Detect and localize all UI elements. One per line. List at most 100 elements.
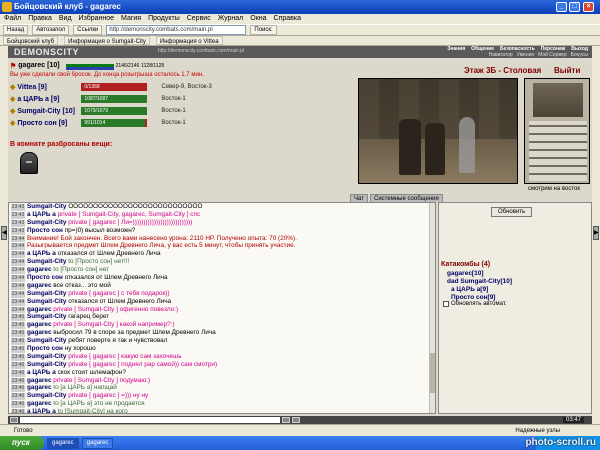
chat-author[interactable]: Sumgait-City (27, 219, 66, 226)
subnav-skills[interactable]: Умения (517, 52, 534, 58)
send-icon[interactable] (282, 417, 290, 423)
address-bar[interactable]: http://demonscity.combats.com/main.pl (106, 25, 247, 35)
chat-author[interactable]: gagarec (27, 282, 52, 289)
start-button[interactable]: пуск (0, 436, 44, 450)
chat-time[interactable]: 23:46 (11, 369, 25, 377)
helmet-item-icon[interactable] (20, 152, 38, 174)
chat-author[interactable]: Просто сон (27, 274, 63, 281)
scroll-thumb[interactable] (430, 353, 435, 393)
chat-author[interactable]: Sumgait-City (27, 337, 66, 344)
chat-time[interactable]: 23:46 (11, 361, 25, 369)
maximize-button[interactable]: □ (569, 2, 580, 12)
monster-figure[interactable] (425, 123, 445, 175)
chat-time[interactable]: 23:44 (11, 267, 25, 275)
chat-time[interactable]: 23:46 (11, 385, 25, 393)
room-member[interactable]: dad Sumgait-City[10] (447, 278, 512, 286)
chat-author[interactable]: а ЦАРЬ а (27, 250, 56, 257)
tab-chat[interactable]: Чат (350, 194, 368, 202)
tab-info-vittea[interactable]: Информация о Vittea (155, 36, 223, 45)
tab-system-messages[interactable]: Системные сообщения (370, 194, 443, 202)
chat-time[interactable]: 23:45 (11, 322, 25, 330)
tab-fight-club[interactable]: Бойцовский клуб (3, 36, 59, 45)
chat-time[interactable]: 23:43 (11, 219, 25, 227)
autofill-button[interactable]: Автозапол (32, 25, 70, 35)
clear-icon[interactable] (292, 417, 300, 423)
menu-products[interactable]: Продукты (148, 14, 180, 24)
exit-button[interactable]: Выйти (554, 66, 580, 75)
chat-time[interactable]: 23:45 (11, 353, 25, 361)
chat-time[interactable]: 23:44 (11, 259, 25, 267)
chat-time[interactable]: 23:45 (11, 330, 25, 338)
member-name[interactable]: Sumgait-City [10] (17, 108, 79, 115)
menu-favorites[interactable]: Избранное (79, 14, 114, 24)
back-button[interactable]: Назад (3, 25, 29, 35)
self-name[interactable]: gagarec (18, 62, 45, 69)
chat-author[interactable]: Sumgait-City (27, 203, 66, 210)
chat-author[interactable]: Sumgait-City (27, 258, 66, 265)
chat-time[interactable]: 23:44 (11, 235, 25, 243)
minimap[interactable] (524, 78, 590, 184)
menu-history[interactable]: Журнал (218, 14, 244, 24)
chat-time[interactable]: 23:46 (11, 409, 25, 413)
chat-time[interactable]: 23:44 (11, 243, 25, 251)
chat-author[interactable]: а ЦАРЬ а (27, 369, 56, 376)
close-button[interactable]: × (583, 2, 594, 12)
chat-author[interactable]: Sumgait-City (27, 392, 66, 399)
chat-author[interactable]: Sumgait-City (27, 353, 66, 360)
taskbar-window[interactable]: gagarec (47, 437, 79, 449)
chat-time[interactable]: 23:44 (11, 282, 25, 290)
tab-info-sumgait[interactable]: Информация о Sumgait-City (64, 36, 150, 45)
chat-author[interactable]: gagarec (27, 306, 52, 313)
chat-input[interactable] (20, 417, 280, 423)
taskbar-window[interactable]: gagarec (81, 437, 114, 449)
nav-knowledge[interactable]: Знания (447, 46, 465, 52)
chat-time[interactable]: 23:43 (11, 204, 25, 211)
chat-author[interactable]: gagarec (27, 377, 52, 384)
menu-view[interactable]: Вид (59, 14, 72, 24)
chat-time[interactable]: 23:44 (11, 275, 25, 282)
chat-author[interactable]: Sumgait-City (27, 298, 66, 305)
member-name[interactable]: Просто сон [9] (17, 120, 79, 127)
autoupdate-toggle[interactable]: Обновлять автомат. (443, 301, 507, 307)
menu-edit[interactable]: Правка (28, 14, 52, 24)
chat-time[interactable]: 23:45 (11, 346, 25, 353)
checkbox[interactable] (443, 301, 449, 307)
chat-author[interactable]: Просто сон (27, 227, 63, 234)
dungeon-view[interactable] (358, 78, 518, 184)
subnav-bonuses[interactable]: Бонусы (571, 52, 588, 58)
menu-magic[interactable]: Магия (121, 14, 141, 24)
chat-time[interactable]: 23:46 (11, 377, 25, 385)
menu-tools[interactable]: Сервис (187, 14, 211, 24)
chat-time[interactable]: 23:43 (11, 227, 25, 235)
chat-author[interactable]: Sumgait-City (27, 361, 66, 368)
chat-author[interactable]: а ЦАРЬ а (27, 408, 56, 413)
room-member[interactable]: а ЦАРЬ а[9] (451, 286, 488, 294)
smile-icon[interactable] (10, 417, 18, 423)
member-name[interactable]: а ЦАРЬ а [9] (17, 96, 79, 103)
menu-file[interactable]: Файл (4, 14, 21, 24)
subnav-server[interactable]: Мой Сервер (538, 52, 567, 58)
chat-author[interactable]: Sumgait-City (27, 313, 66, 320)
chat-time[interactable]: 23:46 (11, 401, 25, 409)
chat-time[interactable]: 23:44 (11, 298, 25, 306)
chat-time[interactable]: 23:44 (11, 306, 25, 314)
subnav-navigator[interactable]: Навигатор (489, 52, 513, 58)
menu-windows[interactable]: Окна (250, 14, 266, 24)
scroll-right-arrow[interactable]: ▶ (593, 226, 599, 240)
chat-scrollbar[interactable] (429, 203, 435, 413)
chat-author[interactable]: Sumgait-City (27, 290, 66, 297)
chat-author[interactable]: gagarec (27, 384, 52, 391)
search-label[interactable]: Поиск: (250, 25, 277, 35)
chat-author[interactable]: gagarec (27, 266, 52, 273)
chat-author[interactable]: Просто сон (27, 345, 63, 352)
links-button[interactable]: Ссылки (73, 25, 103, 35)
chat-time[interactable]: 23:44 (11, 251, 25, 259)
chat-author[interactable]: gagarec (27, 329, 52, 336)
chat-time[interactable]: 23:45 (11, 338, 25, 346)
refresh-button[interactable]: Обновить (491, 207, 533, 217)
member-name[interactable]: Vittea [9] (17, 84, 79, 91)
room-member[interactable]: gagarec[10] (447, 270, 484, 278)
chat-author[interactable]: gagarec (27, 321, 52, 328)
chat-author[interactable]: gagarec (27, 400, 52, 407)
chat-time[interactable]: 23:43 (11, 211, 25, 219)
